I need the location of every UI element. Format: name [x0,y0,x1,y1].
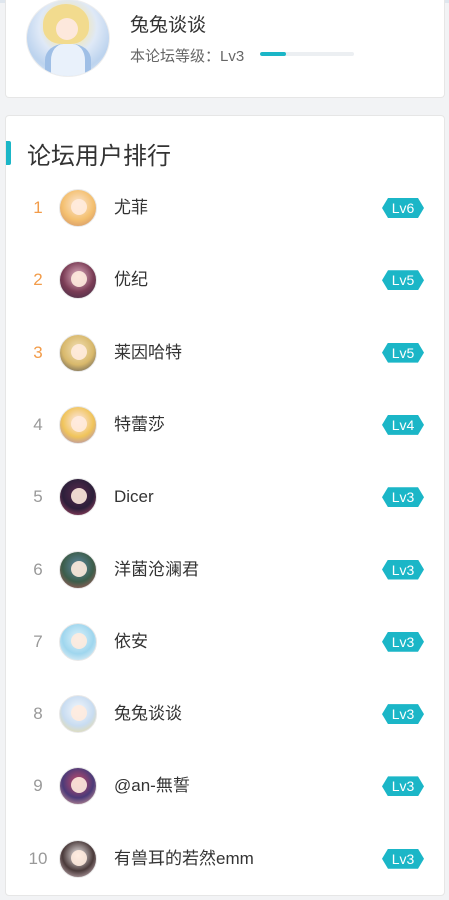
level-badge: Lv3 [382,632,424,652]
rank-number: 8 [33,704,43,724]
rank-number: 1 [33,198,43,217]
level-progress-fill [260,52,287,56]
section-title: 论坛用户排行 [27,143,171,170]
user-avatar[interactable] [59,405,97,444]
user-name-link[interactable]: 依安 [114,622,148,662]
level-badge: Lv3 [382,560,424,580]
level-badge: Lv3 [382,849,424,869]
rank-number: 5 [33,487,43,507]
user-avatar[interactable] [59,695,97,734]
rank-number: 6 [33,559,43,579]
rank-number: 2 [33,270,43,290]
ranking-row[interactable]: 7 依安 Lv3 [6,622,446,694]
user-name-link[interactable]: 洋菌沧澜君 [114,550,199,590]
user-avatar[interactable] [59,767,97,806]
user-avatar[interactable] [59,189,97,227]
section-accent-bar [6,141,11,165]
user-level-label: 本论坛等级：Lv3 [130,48,245,65]
user-avatar[interactable] [59,261,97,300]
user-name-link[interactable]: 莱因哈特 [114,333,182,373]
rank-number: 9 [33,776,43,796]
ranking-row[interactable]: 9 @an-無誓 Lv3 [6,766,446,838]
user-name-link[interactable]: 有兽耳的若然emm [114,839,254,879]
ranking-row[interactable]: 10 有兽耳的若然emm Lv3 [6,839,446,900]
ranking-row[interactable]: 8 兔兔谈谈 Lv3 [6,694,446,766]
user-avatar[interactable] [26,0,110,77]
user-avatar[interactable] [59,478,97,517]
user-avatar[interactable] [59,839,97,878]
user-name-link[interactable]: 优纪 [114,260,148,300]
user-name-link[interactable]: @an-無誓 [114,766,190,806]
user-name-link[interactable]: 兔兔谈谈 [114,694,182,734]
user-ranking-panel: 论坛用户排行 1 尤菲 Lv6 2 优纪 Lv5 3 莱因哈特 Lv5 4 特蕾莎 Lv4 5 Dicer… [5,115,445,896]
level-badge: Lv6 [382,198,424,218]
ranking-row[interactable]: 3 莱因哈特 Lv5 [6,333,446,405]
level-badge: Lv3 [382,487,424,507]
rank-number: 4 [33,414,43,434]
user-avatar[interactable] [59,622,97,661]
rank-number: 7 [33,631,43,651]
ranking-row[interactable]: 6 洋菌沧澜君 Lv3 [6,550,446,622]
level-badge: Lv3 [382,704,424,724]
level-badge: Lv5 [382,270,424,290]
rank-number: 3 [33,342,43,362]
level-badge: Lv4 [382,415,424,435]
ranking-row[interactable]: 2 优纪 Lv5 [6,260,446,332]
user-name-link[interactable]: Dicer [114,477,154,517]
user-info-card: 兔兔谈谈 本论坛等级：Lv3 [5,0,445,98]
level-badge: Lv5 [382,343,424,363]
user-avatar[interactable] [59,550,97,589]
ranking-row[interactable]: 1 尤菲 Lv6 [6,188,446,260]
user-name-link[interactable]: 尤菲 [114,188,148,228]
level-progress-bar [260,52,354,56]
user-name-link[interactable]: 特蕾莎 [114,405,165,445]
user-avatar[interactable] [59,333,97,372]
user-name[interactable]: 兔兔谈谈 [130,10,206,37]
ranking-row[interactable]: 4 特蕾莎 Lv4 [6,405,446,477]
rank-number: 10 [28,848,48,868]
level-badge: Lv3 [382,776,424,796]
ranking-row[interactable]: 5 Dicer Lv3 [6,477,446,549]
